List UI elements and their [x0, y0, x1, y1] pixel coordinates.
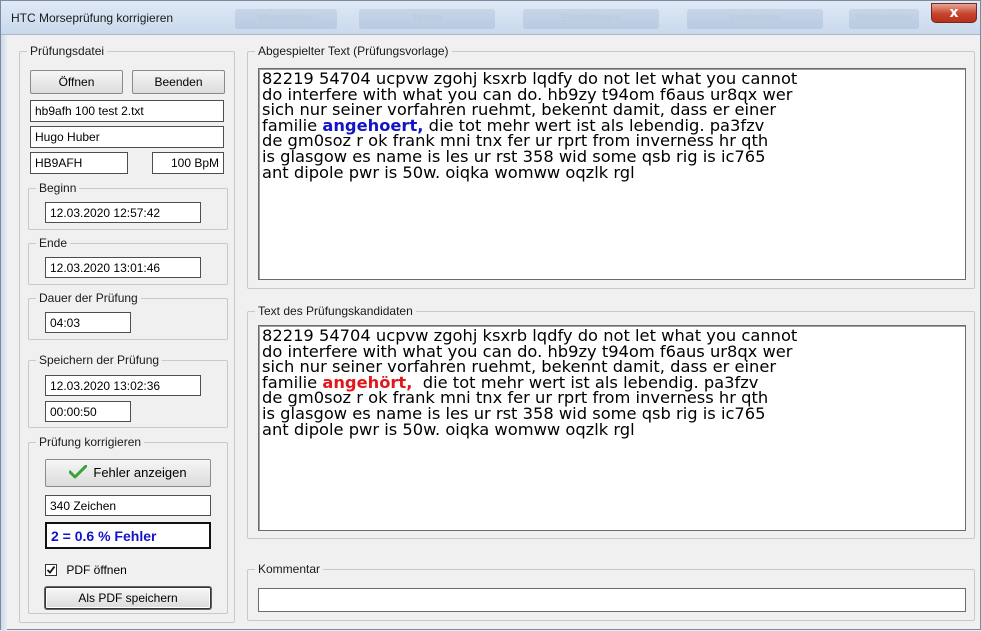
- open-button[interactable]: Öffnen: [30, 70, 123, 94]
- save-label: Speichern der Prüfung: [36, 353, 163, 367]
- save-timestamp-field[interactable]: 12.03.2020 13:02:36: [45, 375, 201, 396]
- duration-field[interactable]: 04:03: [45, 312, 131, 333]
- exit-button[interactable]: Beenden: [132, 70, 225, 94]
- comment-label: Kommentar: [255, 562, 324, 576]
- end-group: Ende 12.03.2020 13:01:46: [28, 236, 228, 285]
- comment-input[interactable]: [258, 588, 966, 612]
- save-pdf-button[interactable]: Als PDF speichern: [45, 587, 211, 609]
- correct-group: Prüfung korrigieren Fehler anzeigen 340 …: [28, 435, 228, 614]
- file-group: Prüfungsdatei Öffnen Beenden hb9afh 100 …: [19, 44, 235, 623]
- ghost-tab-4: Vorbereiten: [687, 9, 823, 29]
- template-text-label: Abgespielter Text (Prüfungsvorlage): [255, 44, 452, 58]
- candidate-name-field[interactable]: Hugo Huber: [30, 126, 224, 148]
- pdf-open-label: PDF öffnen: [66, 562, 127, 577]
- comment-group: Kommentar: [247, 562, 975, 621]
- correct-label: Prüfung korrigieren: [36, 435, 145, 449]
- app-window: HTC Morseprüfung korrigieren Morsetraine…: [0, 0, 981, 631]
- window-left-edge: [1, 35, 7, 631]
- close-icon: x: [949, 5, 959, 21]
- checkmark-icon: [68, 464, 88, 482]
- candidate-textarea[interactable]: 82219 54704 ucpvw zgohj ksxrb lqdfy do n…: [258, 325, 966, 531]
- speed-field[interactable]: 100 BpM: [152, 152, 224, 174]
- end-label: Ende: [36, 236, 71, 250]
- duration-group: Dauer der Prüfung 04:03: [28, 291, 228, 340]
- pdf-open-checkbox-box[interactable]: [45, 563, 57, 576]
- duration-label: Dauer der Prüfung: [36, 291, 141, 305]
- ghost-tab-3: Einstellungen: [523, 9, 659, 29]
- template-line-7: ant dipole pwr is 50w. oiqka womww oqzlk…: [262, 162, 635, 182]
- show-errors-button[interactable]: Fehler anzeigen: [45, 459, 211, 487]
- template-textarea[interactable]: 82219 54704 ucpvw zgohj ksxrb lqdfy do n…: [258, 68, 966, 280]
- ghost-tab-2: Tasten: [359, 9, 495, 29]
- show-errors-label: Fehler anzeigen: [93, 465, 187, 481]
- close-button[interactable]: x: [931, 3, 977, 23]
- char-count-field[interactable]: 340 Zeichen: [45, 495, 211, 516]
- filename-field[interactable]: hb9afh 100 test 2.txt: [30, 100, 224, 122]
- candidate-text-group: Text des Prüfungskandidaten 82219 54704 …: [247, 304, 975, 539]
- ghost-tab-5: Wiederholen: [849, 9, 919, 29]
- save-group: Speichern der Prüfung 12.03.2020 13:02:3…: [28, 353, 228, 428]
- begin-group: Beginn 12.03.2020 12:57:42: [28, 181, 228, 230]
- ghost-tab-1: Morsetrainer: [235, 9, 337, 29]
- save-elapsed-field[interactable]: 00:00:50: [45, 401, 131, 422]
- callsign-field[interactable]: HB9AFH: [30, 152, 128, 174]
- begin-field[interactable]: 12.03.2020 12:57:42: [45, 202, 201, 223]
- template-text-group: Abgespielter Text (Prüfungsvorlage) 8221…: [247, 44, 975, 289]
- window-title: HTC Morseprüfung korrigieren: [11, 11, 174, 25]
- title-bar[interactable]: HTC Morseprüfung korrigieren Morsetraine…: [1, 1, 980, 35]
- pdf-open-checkbox[interactable]: PDF öffnen: [45, 562, 127, 578]
- candidate-text-label: Text des Prüfungskandidaten: [255, 304, 416, 318]
- end-field[interactable]: 12.03.2020 13:01:46: [45, 257, 201, 278]
- begin-label: Beginn: [36, 181, 80, 195]
- file-group-label: Prüfungsdatei: [27, 44, 108, 58]
- candidate-line-7: ant dipole pwr is 50w. oiqka womww oqzlk…: [262, 419, 635, 439]
- error-summary-field[interactable]: 2 = 0.6 % Fehler: [45, 522, 211, 549]
